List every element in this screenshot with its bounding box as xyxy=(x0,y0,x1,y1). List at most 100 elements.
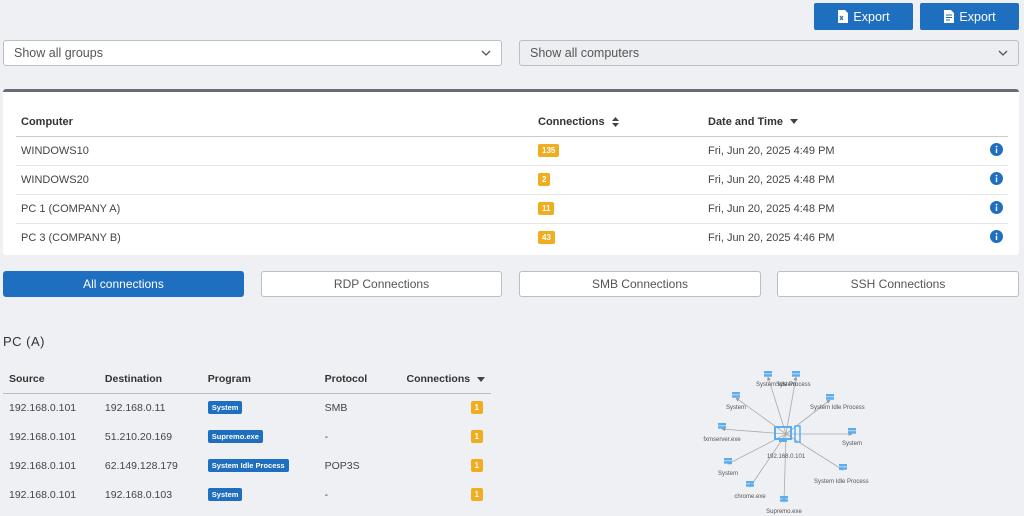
column-header-info xyxy=(968,108,1008,137)
destination-ip: 62.149.128.179 xyxy=(104,459,178,472)
computer-name: PC 1 (COMPANY A) xyxy=(16,194,533,224)
graph-node[interactable]: chrome.exe xyxy=(734,481,766,500)
computers-panel: Computer Connections Date and Time WINDO… xyxy=(3,89,1019,255)
computers-select-value: Show all computers xyxy=(530,46,640,60)
table-row[interactable]: PC 1 (COMPANY A) 11 Fri, Jun 20, 2025 4:… xyxy=(16,194,1008,224)
export-pdf-label: Export xyxy=(959,9,996,24)
source-ip: 192.168.0.101 xyxy=(9,459,77,472)
tab-ssh-connections[interactable]: SSH Connections xyxy=(777,271,1019,297)
export-pdf-button[interactable]: Export xyxy=(920,3,1019,30)
graph-edge xyxy=(782,433,787,503)
server-icon xyxy=(848,428,856,434)
graph-node-label: Supremo.exe xyxy=(766,509,802,515)
column-header-connections[interactable]: Connections xyxy=(400,366,491,394)
info-icon[interactable] xyxy=(990,142,1003,156)
info-icon[interactable] xyxy=(990,200,1003,214)
table-row[interactable]: PC 3 (COMPANY B) 43 Fri, Jun 20, 2025 4:… xyxy=(16,223,1008,252)
table-row[interactable]: 192.168.0.101 51.210.20.169 Supremo.exe … xyxy=(3,422,491,451)
graph-node-label: System xyxy=(726,405,746,411)
chevron-down-icon xyxy=(481,50,491,56)
graph-node[interactable]: System xyxy=(718,458,738,477)
column-header-destination[interactable]: Destination xyxy=(98,366,202,394)
column-header-source[interactable]: Source xyxy=(3,366,99,394)
pdf-file-icon xyxy=(944,10,955,23)
connections-badge: 135 xyxy=(538,144,560,157)
graph-node-label: System xyxy=(776,382,796,388)
program-badge: System xyxy=(207,488,243,501)
destination-ip: 192.168.0.103 xyxy=(104,488,173,501)
server-icon xyxy=(724,458,732,464)
graph-edge xyxy=(721,427,787,435)
groups-select[interactable]: Show all groups xyxy=(3,40,502,66)
sort-down-icon xyxy=(790,119,799,125)
excel-file-icon xyxy=(838,10,849,23)
table-row[interactable]: 192.168.0.101 192.168.0.103 System - 1 xyxy=(3,480,491,509)
server-icon xyxy=(732,392,740,398)
server-icon xyxy=(826,394,834,400)
computer-name: WINDOWS20 xyxy=(16,165,533,195)
protocol: POP3S xyxy=(324,459,360,472)
column-header-connections[interactable]: Connections xyxy=(533,108,703,137)
column-header-program[interactable]: Program xyxy=(201,366,319,394)
protocol: - xyxy=(324,488,329,501)
graph-node[interactable]: fxmserver.exe xyxy=(703,423,741,443)
connections-badge: 1 xyxy=(470,488,483,501)
destination-ip: 192.168.0.11 xyxy=(104,401,166,414)
connections-detail-table: Source Destination Program Protocol Conn… xyxy=(3,366,491,509)
program-badge: System xyxy=(207,401,243,415)
graph-node[interactable]: System Idle Process xyxy=(814,464,869,485)
server-icon xyxy=(792,371,800,377)
computers-table: Computer Connections Date and Time WINDO… xyxy=(16,108,1008,252)
connections-badge: 1 xyxy=(470,430,483,443)
connections-badge: 2 xyxy=(538,173,551,186)
connections-badge: 11 xyxy=(538,202,555,215)
graph-node[interactable]: System xyxy=(842,428,862,447)
table-row[interactable]: WINDOWS20 2 Fri, Jun 20, 2025 4:48 PM xyxy=(16,165,1008,195)
graph-node-label: System xyxy=(842,441,862,447)
program-badge: Supremo.exe xyxy=(207,430,263,443)
tab-smb-connections[interactable]: SMB Connections xyxy=(519,271,761,297)
connections-badge: 43 xyxy=(538,231,555,245)
date-time: Fri, Jun 20, 2025 4:48 PM xyxy=(703,165,968,195)
graph-node[interactable]: System xyxy=(726,392,746,411)
column-header-protocol[interactable]: Protocol xyxy=(318,366,401,394)
source-ip: 192.168.0.101 xyxy=(9,488,77,501)
destination-ip: 51.210.20.169 xyxy=(104,430,173,443)
sort-both-icon xyxy=(611,116,619,127)
source-ip: 192.168.0.101 xyxy=(9,401,77,414)
program-badge: System Idle Process xyxy=(207,459,289,472)
export-excel-label: Export xyxy=(853,9,890,24)
table-row[interactable]: 192.168.0.101 62.149.128.179 System Idle… xyxy=(3,451,491,480)
column-header-computer[interactable]: Computer xyxy=(16,108,533,137)
table-row[interactable]: 192.168.0.101 192.168.0.11 System SMB 1 xyxy=(3,393,491,422)
protocol: - xyxy=(324,430,329,443)
date-time: Fri, Jun 20, 2025 4:48 PM xyxy=(703,194,968,224)
tab-rdp-connections[interactable]: RDP Connections xyxy=(261,271,502,297)
graph-node-label: System Idle Process xyxy=(810,405,865,411)
graph-edge xyxy=(735,397,787,435)
server-icon xyxy=(746,481,754,487)
date-time: Fri, Jun 20, 2025 4:46 PM xyxy=(708,231,835,244)
server-icon xyxy=(718,423,726,429)
computer-name: PC 3 (COMPANY B) xyxy=(21,231,121,244)
info-icon[interactable] xyxy=(990,229,1003,243)
graph-node[interactable]: System Idle Process xyxy=(810,394,865,411)
export-excel-button[interactable]: Export xyxy=(814,3,913,30)
server-icon xyxy=(764,371,772,377)
info-icon[interactable] xyxy=(990,171,1003,185)
server-icon xyxy=(839,464,847,470)
section-title: PC (A) xyxy=(3,334,45,349)
computers-select[interactable]: Show all computers xyxy=(519,40,1019,66)
graph-node-label: System xyxy=(718,471,738,477)
sort-down-icon xyxy=(477,376,485,382)
tab-all-connections[interactable]: All connections xyxy=(3,271,244,297)
table-row[interactable]: WINDOWS10 135 Fri, Jun 20, 2025 4:49 PM xyxy=(16,136,1008,166)
protocol: SMB xyxy=(324,401,348,414)
column-header-date[interactable]: Date and Time xyxy=(703,108,968,137)
chevron-down-icon xyxy=(998,50,1008,56)
graph-node-label: System Idle Process xyxy=(814,479,869,485)
date-time: Fri, Jun 20, 2025 4:49 PM xyxy=(703,136,968,166)
graph-center-label: 192.168.0.101 xyxy=(767,454,806,460)
connections-graph[interactable]: 192.168.0.101 System System Idle Process S… xyxy=(700,370,890,516)
groups-select-value: Show all groups xyxy=(14,46,103,60)
